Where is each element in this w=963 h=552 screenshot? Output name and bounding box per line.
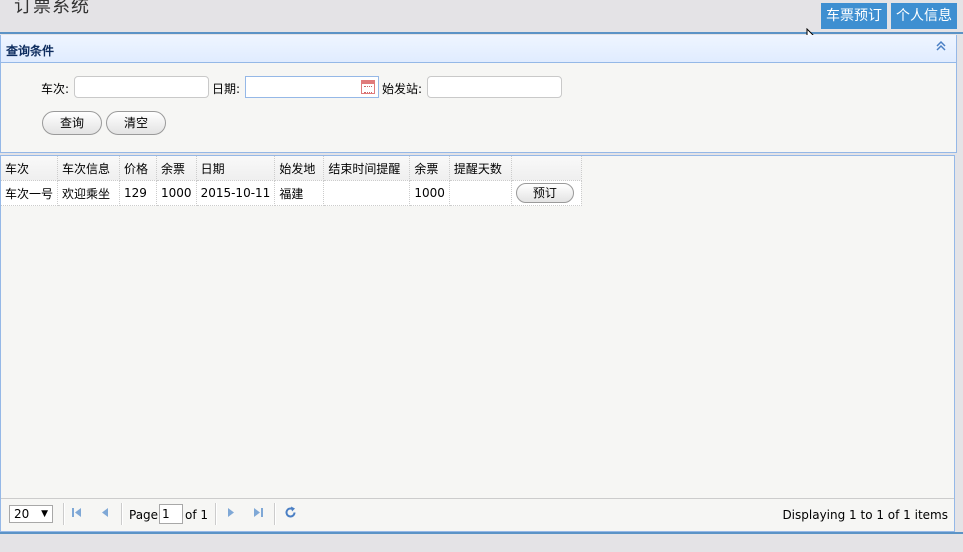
cell-action: 预订 (511, 180, 582, 206)
cell-train: 车次一号 (1, 180, 59, 206)
col-header[interactable]: 提醒天数 (449, 156, 512, 181)
query-panel-title: 查询条件 (6, 44, 55, 58)
last-page-icon[interactable] (253, 507, 263, 521)
col-header[interactable]: 价格 (119, 156, 158, 181)
chevron-down-icon: ▼ (41, 509, 48, 519)
page-total-label: of 1 (185, 508, 209, 522)
cell-end-reminder (323, 180, 411, 206)
clear-button[interactable]: 清空 (106, 111, 166, 135)
cell-train-info: 欢迎乘坐 (57, 180, 121, 206)
col-header[interactable]: 结束时间提醒 (323, 156, 411, 181)
cell-price: 129 (119, 180, 158, 206)
footer-divider (0, 532, 963, 534)
ticket-booking-button[interactable]: 车票预订 (821, 3, 887, 29)
page-size-select[interactable]: 20 ▼ (9, 505, 53, 523)
page-size-value: 20 (14, 507, 30, 521)
divider (215, 503, 217, 525)
profile-button[interactable]: 个人信息 (891, 3, 957, 29)
divider (121, 503, 123, 525)
divider (63, 503, 65, 525)
table-header-row: 车次 车次信息 价格 余票 日期 始发地 结束时间提醒 余票 提醒天数 (1, 156, 582, 181)
book-button[interactable]: 预订 (515, 183, 574, 203)
cell-date: 2015-10-11 (196, 180, 276, 206)
col-header[interactable]: 车次 (1, 156, 59, 181)
date-input[interactable] (245, 76, 379, 98)
cell-remaining: 1000 (156, 180, 197, 206)
station-label: 始发站: (382, 82, 423, 96)
station-input[interactable] (427, 76, 562, 98)
cell-reminder-days (449, 180, 512, 206)
cell-remaining-2: 1000 (409, 180, 450, 206)
first-page-icon[interactable] (72, 507, 82, 521)
results-table: 车次 车次信息 价格 余票 日期 始发地 结束时间提醒 余票 提醒天数 车次一号… (1, 156, 582, 206)
table-row[interactable]: 车次一号 欢迎乘坐 129 1000 2015-10-11 福建 1000 预订 (1, 180, 582, 206)
query-panel-header: 查询条件 (1, 35, 956, 63)
train-label: 车次: (41, 82, 70, 96)
next-page-icon[interactable] (227, 507, 235, 521)
query-button[interactable]: 查询 (42, 111, 102, 135)
train-input[interactable] (74, 76, 209, 98)
double-chevron-up-icon[interactable] (934, 40, 948, 54)
display-summary: Displaying 1 to 1 of 1 items (782, 508, 948, 522)
col-header[interactable]: 车次信息 (57, 156, 121, 181)
pagination-bar: 20 ▼ Page 1 of 1 Displaying 1 to 1 of 1 … (1, 498, 954, 531)
col-header[interactable]: 始发地 (274, 156, 325, 181)
col-header[interactable]: 余票 (156, 156, 197, 181)
prev-page-icon[interactable] (101, 507, 109, 521)
cell-origin: 福建 (274, 180, 325, 206)
date-label: 日期: (212, 82, 241, 96)
col-header (511, 156, 582, 181)
col-header[interactable]: 余票 (409, 156, 450, 181)
page-number-input[interactable]: 1 (159, 504, 183, 524)
col-header[interactable]: 日期 (196, 156, 276, 181)
calendar-icon[interactable] (361, 80, 375, 94)
app-title: 订票系统 (14, 0, 90, 17)
refresh-icon[interactable] (284, 506, 297, 523)
query-panel: 查询条件 车次: 日期: 始发站: 查询 清空 (0, 35, 957, 153)
results-grid: 车次 车次信息 价格 余票 日期 始发地 结束时间提醒 余票 提醒天数 车次一号… (0, 155, 955, 532)
page-label: Page (129, 508, 159, 522)
divider (274, 503, 276, 525)
